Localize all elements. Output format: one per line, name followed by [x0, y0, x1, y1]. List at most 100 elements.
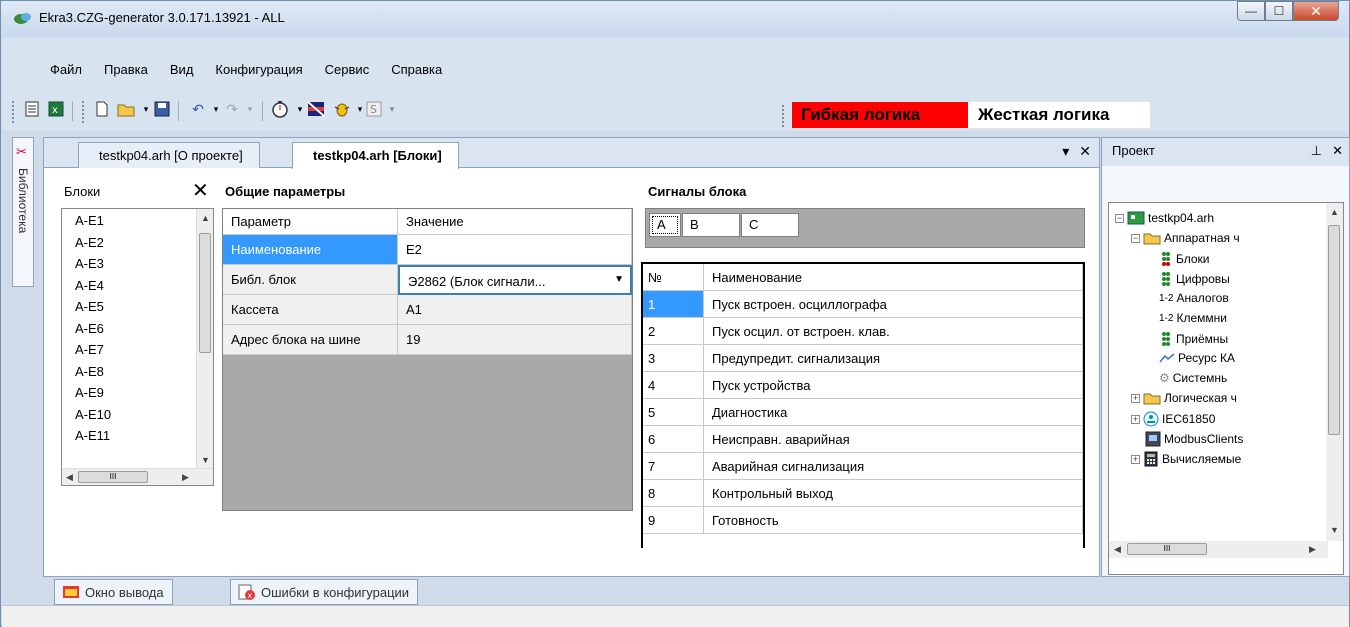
list-item[interactable]: A-E9 — [62, 381, 213, 403]
rigid-logic-button[interactable]: Жесткая логика — [968, 102, 1150, 128]
blocks-vertical-scrollbar[interactable]: ▲ ▼ — [196, 209, 213, 469]
collapse-icon[interactable]: − — [1131, 233, 1140, 243]
tree-node-receivers[interactable]: Приёмны — [1159, 331, 1228, 347]
table-row[interactable]: 9 Готовность — [643, 507, 1083, 534]
scroll-right-icon[interactable]: ▶ — [1309, 544, 1316, 555]
table-row[interactable]: 4 Пуск устройства — [643, 372, 1083, 399]
table-row[interactable]: 7 Аварийная сигнализация — [643, 453, 1083, 480]
toolbar-grip-2[interactable] — [82, 101, 85, 123]
signal-num-cell[interactable]: 2 — [643, 318, 704, 345]
close-window-button[interactable]: ✕ — [1293, 1, 1339, 21]
param-value-cell[interactable]: E2 — [398, 235, 632, 265]
table-row[interactable]: Наименование E2 — [223, 235, 632, 265]
expand-icon[interactable]: + — [1131, 393, 1140, 403]
tree-node-logical[interactable]: + Логическая ч — [1131, 391, 1237, 405]
signal-name-cell[interactable]: Контрольный выход — [704, 480, 1083, 507]
signal-num-cell[interactable]: 6 — [643, 426, 704, 453]
signal-name-cell[interactable]: Предупредит. сигнализация — [704, 345, 1083, 372]
list-item[interactable]: A-E10 — [62, 403, 213, 425]
toolbar-grip-3[interactable] — [782, 105, 785, 127]
library-side-tab[interactable]: ✂ Библиотека — [12, 137, 34, 287]
list-item[interactable]: A-E8 — [62, 360, 213, 382]
signal-num-cell[interactable]: 1 — [643, 291, 704, 318]
menu-view[interactable]: Вид — [162, 62, 202, 77]
scroll-thumb[interactable] — [199, 233, 211, 353]
signal-num-cell[interactable]: 3 — [643, 345, 704, 372]
tree-vertical-scrollbar[interactable]: ▲ ▼ — [1326, 203, 1343, 541]
tree-node-root[interactable]: − testkp04.arh — [1115, 211, 1214, 225]
undo-icon[interactable]: ↶ — [188, 99, 208, 119]
param-value-cell[interactable]: 19 — [398, 325, 632, 355]
tab-list-dropdown-icon[interactable]: ▾ — [1062, 143, 1069, 160]
table-row[interactable]: 5 Диагностика — [643, 399, 1083, 426]
scroll-right-icon[interactable]: ▶ — [182, 472, 189, 483]
minimize-button[interactable]: — — [1237, 1, 1265, 21]
list-item[interactable]: A-E1 — [62, 209, 213, 231]
param-value-cell[interactable]: A1 — [398, 295, 632, 325]
table-row[interactable]: 1 Пуск встроен. осциллографа — [643, 291, 1083, 318]
signal-name-cell[interactable]: Пуск встроен. осциллографа — [704, 291, 1083, 318]
save-icon[interactable] — [152, 99, 172, 119]
param-name-cell[interactable]: Библ. блок — [223, 265, 398, 295]
list-item[interactable]: A-E2 — [62, 231, 213, 253]
signal-name-cell[interactable]: Пуск устройства — [704, 372, 1083, 399]
num-column-header[interactable]: № — [643, 264, 704, 291]
signal-num-cell[interactable]: 7 — [643, 453, 704, 480]
excel-icon[interactable]: x — [46, 99, 66, 119]
value-column-header[interactable]: Значение — [398, 209, 632, 235]
tab-about-project[interactable]: testkp04.arh [О проекте] — [78, 142, 260, 168]
library-block-select[interactable]: Э2862 (Блок сигнали... ▼ — [398, 265, 632, 295]
signal-num-cell[interactable]: 9 — [643, 507, 704, 534]
scroll-left-icon[interactable]: ◀ — [66, 472, 73, 483]
tab-output-window[interactable]: Окно вывода — [54, 579, 173, 605]
timer-icon[interactable] — [270, 99, 290, 119]
param-name-cell[interactable]: Кассета — [223, 295, 398, 325]
table-row[interactable]: Адрес блока на шине 19 — [223, 325, 632, 355]
collapse-icon[interactable]: − — [1115, 213, 1124, 223]
table-row[interactable]: Кассета A1 — [223, 295, 632, 325]
scroll-up-icon[interactable]: ▲ — [201, 213, 210, 223]
open-folder-icon[interactable] — [116, 99, 136, 119]
name-column-header[interactable]: Наименование — [704, 264, 1083, 291]
signal-name-cell[interactable]: Пуск осцил. от встроен. клав. — [704, 318, 1083, 345]
scroll-left-icon[interactable]: ◀ — [1114, 544, 1121, 555]
list-item[interactable]: A-E7 — [62, 338, 213, 360]
close-tab-icon[interactable]: ✕ — [1079, 143, 1091, 160]
table-row[interactable]: 2 Пуск осцил. от встроен. клав. — [643, 318, 1083, 345]
list-item[interactable]: A-E3 — [62, 252, 213, 274]
param-name-cell[interactable]: Наименование — [223, 235, 398, 265]
signal-name-cell[interactable]: Диагностика — [704, 399, 1083, 426]
tree-node-analog[interactable]: 1-2 Аналогов — [1159, 291, 1229, 305]
menu-service[interactable]: Сервис — [317, 62, 378, 77]
maximize-button[interactable]: ☐ — [1265, 1, 1293, 21]
blocks-horizontal-scrollbar[interactable]: ◀ III ▶ — [62, 468, 213, 485]
menu-edit[interactable]: Правка — [96, 62, 156, 77]
close-panel-icon[interactable]: ✕ — [1332, 143, 1343, 159]
dropdown-arrow-icon[interactable]: ▼ — [614, 274, 624, 293]
scroll-thumb[interactable]: III — [1127, 543, 1207, 555]
table-row[interactable]: 6 Неисправн. аварийная — [643, 426, 1083, 453]
redo-dropdown-icon[interactable]: ▾ — [240, 99, 260, 119]
script-icon[interactable]: S — [364, 99, 384, 119]
table-row[interactable]: Библ. блок Э2862 (Блок сигнали... ▼ — [223, 265, 632, 295]
scroll-down-icon[interactable]: ▼ — [1330, 525, 1339, 535]
scroll-down-icon[interactable]: ▼ — [201, 455, 210, 465]
toolbar-grip[interactable] — [12, 101, 15, 123]
tab-config-errors[interactable]: x Ошибки в конфигурации — [230, 579, 419, 605]
param-column-header[interactable]: Параметр — [223, 209, 398, 235]
pin-icon[interactable]: ⊥ — [1311, 143, 1322, 159]
flexible-logic-button[interactable]: Гибкая логика — [792, 102, 968, 128]
scroll-up-icon[interactable]: ▲ — [1330, 207, 1339, 217]
expand-icon[interactable]: + — [1131, 454, 1140, 464]
scroll-thumb[interactable]: III — [78, 471, 148, 483]
blocks-close-icon[interactable]: ✕ — [192, 178, 209, 203]
tree-node-computed[interactable]: + Вычисляемые — [1131, 451, 1241, 467]
tree-horizontal-scrollbar[interactable]: ◀ III ▶ — [1109, 541, 1328, 558]
signal-num-cell[interactable]: 4 — [643, 372, 704, 399]
scroll-thumb[interactable] — [1328, 225, 1340, 435]
script-dropdown-icon[interactable]: ▾ — [382, 99, 402, 119]
tab-signal-b[interactable]: B — [682, 213, 740, 237]
list-item[interactable]: A-E11 — [62, 424, 213, 440]
menu-help[interactable]: Справка — [383, 62, 450, 77]
list-icon[interactable] — [22, 99, 42, 119]
